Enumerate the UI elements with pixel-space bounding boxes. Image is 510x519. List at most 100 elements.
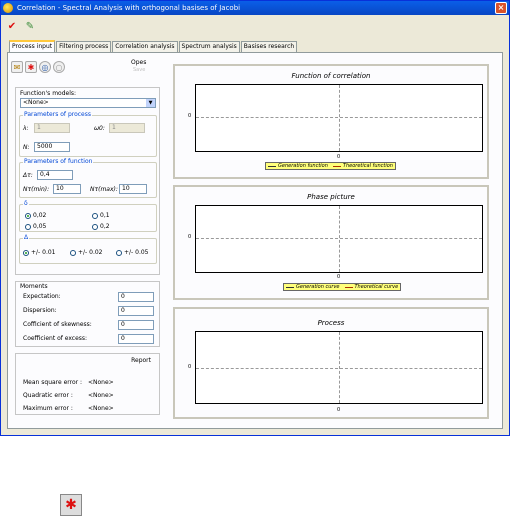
opes-label[interactable]: Opes	[131, 59, 146, 66]
dispersion-field[interactable]: 0	[118, 306, 154, 316]
check-icon[interactable]: ✔	[5, 19, 19, 33]
skewness-field[interactable]: 0	[118, 320, 154, 330]
model-parameters-box: Function's models: <None> ▼ Parameters o…	[15, 87, 160, 275]
x-zero-label: 0	[337, 407, 341, 413]
pencil-icon[interactable]: ✎	[23, 19, 37, 33]
omega-field[interactable]: 1	[109, 123, 145, 133]
moments-title: Moments	[20, 283, 48, 290]
n-label: N:	[23, 144, 30, 151]
delta-option-label: 0,05	[33, 223, 47, 230]
omega-label: ω0:	[94, 125, 105, 132]
process-params-group: Parameters of process λ: 1 ω0: 1 N: 5000	[19, 111, 157, 157]
process-params-title: Parameters of process	[23, 111, 92, 118]
nmax-label: Nτ(max):	[90, 186, 118, 193]
models-select[interactable]: <None> ▼	[20, 98, 156, 108]
radio-dot[interactable]	[23, 249, 29, 256]
stop-icon[interactable]: ○	[53, 61, 65, 73]
zero-line-vertical	[339, 206, 340, 272]
legend-swatch-theoretical	[344, 286, 353, 288]
legend-swatch-generation	[268, 165, 276, 167]
x-zero-label: 0	[337, 154, 341, 160]
window-title: Correlation - Spectral Analysis with ort…	[17, 4, 241, 12]
nmin-field[interactable]: 10	[53, 184, 81, 194]
delta-option-01[interactable]: 0,1	[92, 212, 110, 219]
delta-title: δ	[23, 200, 29, 207]
delta-group: δ 0,02 0,1 0,05 0,2	[19, 200, 157, 232]
tolerance-option-001[interactable]: +/- 0.01	[23, 249, 55, 256]
tolerance-title: Δ	[23, 234, 30, 241]
function-params-title: Parameters of function	[23, 158, 94, 165]
radio-dot[interactable]	[116, 249, 122, 256]
radio-dot[interactable]	[25, 212, 31, 219]
y-zero-label: 0	[188, 113, 192, 119]
models-selected: <None>	[23, 99, 49, 106]
tolerance-option-label: +/- 0.02	[78, 249, 103, 256]
tolerance-option-002[interactable]: +/- 0.02	[70, 249, 102, 256]
report-title: Report	[131, 357, 151, 364]
lambda-label: λ:	[23, 125, 29, 132]
nmax-field[interactable]: 10	[119, 184, 147, 194]
expectation-label: Expectation:	[23, 293, 61, 300]
chevron-down-icon[interactable]: ▼	[146, 99, 155, 107]
x-zero-label: 0	[337, 274, 341, 280]
excess-field[interactable]: 0	[118, 334, 154, 344]
max-error-label: Maximum error :	[23, 405, 73, 412]
excess-label: Coefficient of excess:	[23, 335, 88, 342]
radio-dot[interactable]	[92, 212, 98, 219]
delta-option-02[interactable]: 0,2	[92, 223, 110, 230]
correlation-legend: Generation function Theoretical function	[265, 162, 396, 170]
legend-theoretical-function: Theoretical function	[342, 163, 393, 169]
radio-dot[interactable]	[92, 223, 98, 230]
tolerance-group: Δ +/- 0.01 +/- 0.02 +/- 0.05	[19, 234, 157, 264]
zero-line-vertical	[339, 332, 340, 403]
tab-filtering-process[interactable]: Filtering process	[56, 41, 112, 52]
generate-icon[interactable]: ✱	[60, 494, 82, 516]
radio-dot[interactable]	[70, 249, 76, 256]
skewness-label: Cofficient of skewness:	[23, 321, 92, 328]
y-zero-label: 0	[188, 234, 192, 240]
legend-theoretical-curve: Theoretical curve	[354, 284, 399, 290]
phase-plot-area	[195, 205, 483, 273]
expectation-field[interactable]: 0	[118, 292, 154, 302]
title-bar: Correlation - Spectral Analysis with ort…	[1, 1, 509, 15]
dispersion-label: Dispersion:	[23, 307, 57, 314]
phase-graph-title: Phase picture	[307, 193, 355, 201]
left-toolbar: ✉ ✱ ◎ ○	[11, 61, 65, 73]
zero-line-vertical	[339, 85, 340, 151]
tab-process-input[interactable]: Process input	[9, 40, 56, 52]
dtau-field[interactable]: 0,4	[37, 170, 73, 180]
legend-swatch-generation	[286, 286, 294, 288]
tolerance-option-label: +/- 0.01	[31, 249, 56, 256]
delta-option-label: 0,2	[100, 223, 110, 230]
open-icon[interactable]: ✉	[11, 61, 23, 73]
tab-spectrum-analysis[interactable]: Spectrum analysis	[178, 41, 240, 52]
close-button[interactable]: ×	[495, 2, 507, 14]
lambda-field[interactable]: 1	[34, 123, 70, 133]
generate-icon[interactable]: ✱	[25, 61, 37, 73]
tab-correlation-analysis[interactable]: Correlation analysis	[112, 41, 178, 52]
delta-option-label: 0,1	[100, 212, 110, 219]
tab-basises-research[interactable]: Basises research	[240, 41, 298, 52]
radio-dot[interactable]	[25, 223, 31, 230]
delta-option-label: 0,02	[33, 212, 47, 219]
quadratic-label: Quadratic error :	[23, 392, 73, 399]
tab-strip: Process input Filtering process Correlat…	[9, 40, 298, 52]
process-graph: Process 0 0	[173, 307, 489, 419]
legend-generation-curve: Generation curve	[296, 284, 340, 290]
toolbar: ✔ ✎	[5, 19, 37, 33]
phase-legend: Generation curve Theoretical curve	[283, 283, 402, 291]
function-params-group: Parameters of function Δτ: 0,4 Nτ(min): …	[19, 158, 157, 198]
nmin-label: Nτ(min):	[23, 186, 50, 193]
globe-icon[interactable]: ◎	[39, 61, 51, 73]
correlation-plot-area	[195, 84, 483, 152]
mse-value: <None>	[88, 379, 114, 386]
tolerance-option-005[interactable]: +/- 0.05	[116, 249, 148, 256]
n-field[interactable]: 5000	[34, 142, 70, 152]
moments-box: Moments Expectation: 0 Dispersion: 0 Cof…	[15, 281, 160, 347]
delta-option-002[interactable]: 0,02	[25, 212, 46, 219]
delta-option-005[interactable]: 0,05	[25, 223, 46, 230]
mse-label: Mean square error :	[23, 379, 83, 386]
models-label: Function's models:	[20, 90, 77, 97]
quadratic-value: <None>	[88, 392, 114, 399]
correlation-graph: Function of correlation 0 0 Generation f…	[173, 64, 489, 179]
